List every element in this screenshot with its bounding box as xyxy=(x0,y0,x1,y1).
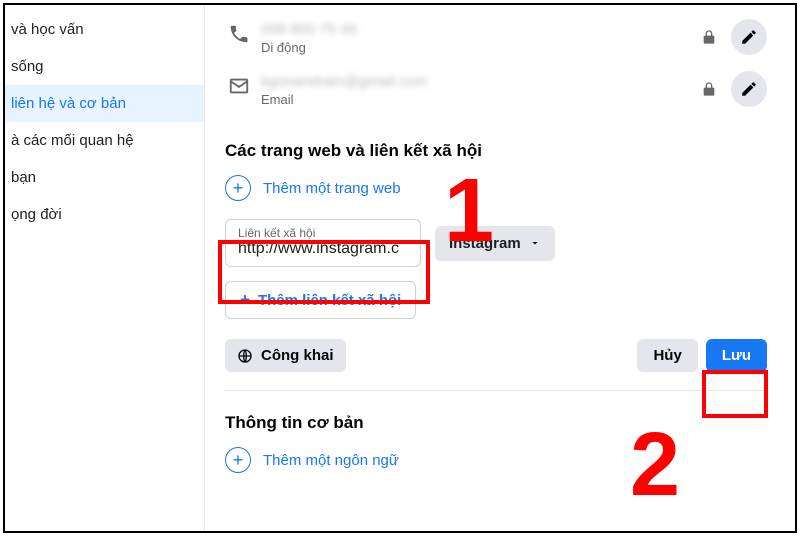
add-language-link[interactable]: + Thêm một ngôn ngữ xyxy=(225,443,767,477)
phone-value: 098 800 75 46 xyxy=(261,21,357,38)
add-website-link[interactable]: + Thêm một trang web xyxy=(225,171,767,205)
social-link-field-wrap[interactable]: Liên kết xã hội xyxy=(225,219,421,267)
edit-email-button[interactable] xyxy=(731,71,767,107)
add-website-label: Thêm một trang web xyxy=(263,180,401,197)
save-button[interactable]: Lưu xyxy=(706,339,767,372)
sidebar: và học vấn sống liên hệ và cơ bản à các … xyxy=(5,5,205,531)
add-social-link-button[interactable]: + Thêm liên kết xã hội xyxy=(225,281,416,319)
lock-icon xyxy=(701,29,717,45)
email-type-label: Email xyxy=(261,92,427,107)
plus-icon: + xyxy=(240,290,250,310)
sidebar-item-relationships[interactable]: à các mối quan hệ xyxy=(5,122,204,159)
websites-heading: Các trang web và liên kết xã hội xyxy=(225,141,767,161)
email-icon xyxy=(225,73,253,97)
sidebar-item-about-you[interactable]: bạn xyxy=(5,159,204,196)
main-content: 098 800 75 46 Di động kgonandrain@gmail.… xyxy=(205,5,795,531)
caret-down-icon xyxy=(529,237,541,249)
globe-icon xyxy=(237,348,253,364)
sidebar-item-life-events[interactable]: ọng đời xyxy=(5,196,204,233)
add-language-label: Thêm một ngôn ngữ xyxy=(263,452,399,469)
edit-phone-button[interactable] xyxy=(731,19,767,55)
plus-icon: + xyxy=(225,175,251,201)
add-social-link-label: Thêm liên kết xã hội xyxy=(258,292,401,309)
platform-dropdown[interactable]: Instagram xyxy=(435,226,555,261)
contact-email-row: kgonandrain@gmail.com Email xyxy=(225,67,767,119)
sidebar-item-education[interactable]: và học vấn xyxy=(5,11,204,48)
sidebar-item-contact-basic[interactable]: liên hệ và cơ bản xyxy=(5,85,204,122)
platform-dropdown-label: Instagram xyxy=(449,235,521,252)
lock-icon xyxy=(701,81,717,97)
contact-phone-row: 098 800 75 46 Di động xyxy=(225,15,767,67)
plus-icon: + xyxy=(225,447,251,473)
basic-info-heading: Thông tin cơ bản xyxy=(225,413,767,433)
social-link-float-label: Liên kết xã hội xyxy=(238,226,408,240)
audience-label: Công khai xyxy=(261,347,334,364)
email-value: kgonandrain@gmail.com xyxy=(261,73,427,90)
cancel-button[interactable]: Hủy xyxy=(637,339,697,372)
audience-selector[interactable]: Công khai xyxy=(225,339,346,372)
phone-type-label: Di động xyxy=(261,40,357,55)
sidebar-item-living[interactable]: sống xyxy=(5,48,204,85)
phone-icon xyxy=(225,21,253,45)
social-link-input[interactable] xyxy=(238,240,408,258)
